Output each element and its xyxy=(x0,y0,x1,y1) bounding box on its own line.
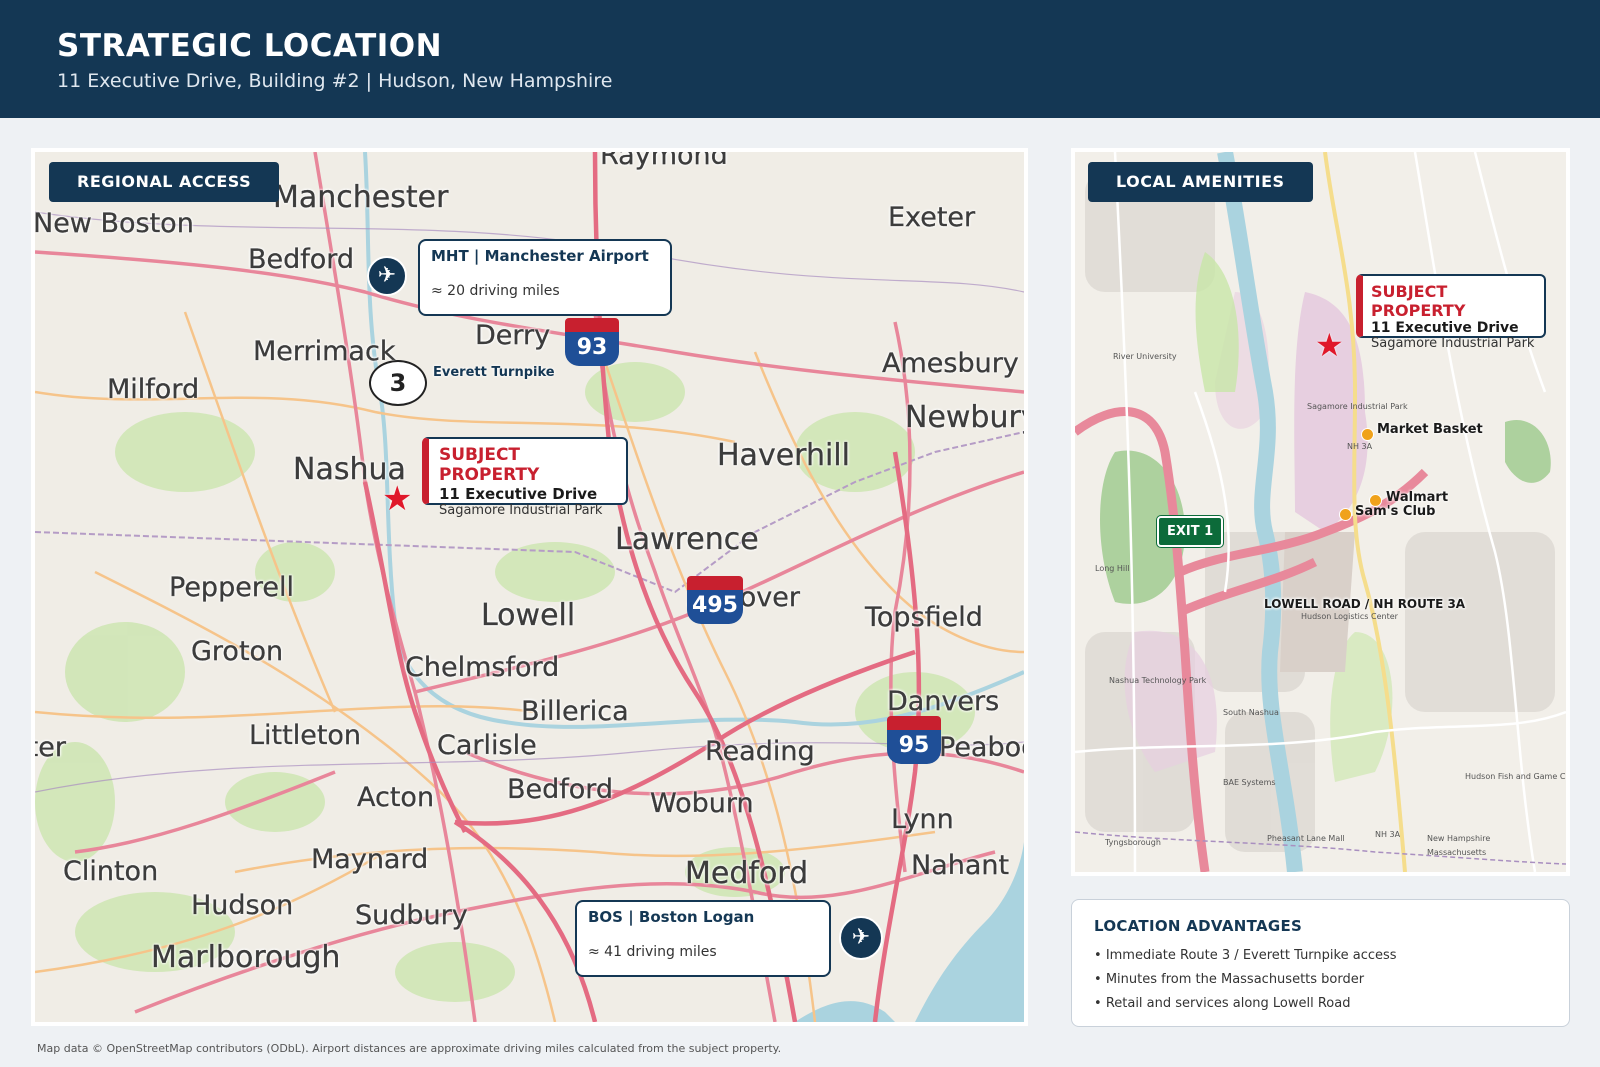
label-massachusetts: Massachusetts xyxy=(1427,848,1487,857)
city-chelmsford: Chelmsford xyxy=(405,652,560,683)
mht-airport-name: MHT | Manchester Airport xyxy=(431,247,649,265)
advantages-list: Immediate Route 3 / Everett Turnpike acc… xyxy=(1094,944,1397,1016)
city-leominster: Leominster xyxy=(31,732,66,763)
city-maynard: Maynard xyxy=(311,844,429,875)
label-tyngsborough: Tyngsborough xyxy=(1105,838,1161,847)
label-long-hill: Long Hill xyxy=(1095,564,1130,573)
city-reading: Reading xyxy=(705,736,815,767)
amenity-walmart: Walmart xyxy=(1386,490,1449,505)
city-derry: Derry xyxy=(475,320,551,351)
city-medford: Medford xyxy=(685,856,809,891)
star-icon: ★ xyxy=(1315,326,1344,364)
city-carlisle: Carlisle xyxy=(437,730,537,761)
city-clinton: Clinton xyxy=(63,856,159,887)
city-topsfield: Topsfield xyxy=(865,602,983,633)
city-danvers: Danvers xyxy=(887,686,1000,717)
city-acton: Acton xyxy=(357,782,435,813)
label-logistics-center: Hudson Logistics Center xyxy=(1301,612,1398,621)
local-subject-park: Sagamore Industrial Park xyxy=(1371,336,1535,351)
route-3-shield: 3 xyxy=(369,360,427,406)
advantage-item: Immediate Route 3 / Everett Turnpike acc… xyxy=(1094,944,1397,968)
map-footnote: Map data © OpenStreetMap contributors (O… xyxy=(37,1042,782,1055)
city-bedford-ma: Bedford xyxy=(507,774,614,805)
city-sudbury: Sudbury xyxy=(355,900,468,931)
exit-1-sign: EXIT 1 xyxy=(1157,516,1224,547)
page-header: STRATEGIC LOCATION 11 Executive Drive, B… xyxy=(0,0,1600,118)
label-nh3a-north: NH 3A xyxy=(1347,442,1373,451)
city-bedford-nh: Bedford xyxy=(248,244,355,275)
advantage-item: Retail and services along Lowell Road xyxy=(1094,992,1397,1016)
bos-airport-name: BOS | Boston Logan xyxy=(588,908,755,926)
city-newburyport: Newburyport xyxy=(905,400,1024,435)
regional-map[interactable]: Raymond Manchester New Boston Bedford Ex… xyxy=(31,148,1028,1026)
bos-distance: ≈ 41 driving miles xyxy=(588,944,717,960)
city-hudson-ma: Hudson xyxy=(191,890,294,921)
city-haverhill: Haverhill xyxy=(717,438,850,473)
local-subject-callout: SUBJECT PROPERTY 11 Executive Drive Saga… xyxy=(1356,274,1546,351)
city-woburn: Woburn xyxy=(650,788,754,819)
regional-access-tab: REGIONAL ACCESS xyxy=(49,162,280,202)
city-new-boston: New Boston xyxy=(33,208,194,239)
local-map-base xyxy=(1075,152,1566,872)
advantage-item: Minutes from the Massachusetts border xyxy=(1094,968,1397,992)
lowell-road-label: LOWELL ROAD / NH ROUTE 3A xyxy=(1264,597,1466,611)
subject-property-callout: SUBJECT PROPERTY 11 Executive Drive Saga… xyxy=(422,437,628,518)
location-advantages-panel: LOCATION ADVANTAGES Immediate Route 3 / … xyxy=(1071,899,1570,1027)
city-littleton: Littleton xyxy=(249,720,362,751)
city-manchester: Manchester xyxy=(273,180,449,215)
city-raymond: Raymond xyxy=(600,148,728,171)
label-sagamore-park: Sagamore Industrial Park xyxy=(1307,402,1408,411)
local-map[interactable]: River University Sagamore Industrial Par… xyxy=(1071,148,1570,876)
airplane-icon: ✈ xyxy=(367,256,407,296)
airplane-icon: ✈ xyxy=(839,916,883,960)
label-fish-game-club: Hudson Fish and Game Club xyxy=(1465,772,1570,781)
local-subject-address: 11 Executive Drive xyxy=(1371,320,1519,336)
city-nahant: Nahant xyxy=(911,850,1010,881)
page-subtitle: 11 Executive Drive, Building #2 | Hudson… xyxy=(57,70,613,92)
subject-park: Sagamore Industrial Park xyxy=(439,503,603,518)
local-amenities-tab: LOCAL AMENITIES xyxy=(1088,162,1313,202)
label-nh3a-south: NH 3A xyxy=(1375,830,1401,839)
city-pepperell: Pepperell xyxy=(169,572,294,603)
city-groton: Groton xyxy=(191,636,284,667)
label-pheasant-lane-mall: Pheasant Lane Mall xyxy=(1267,834,1345,843)
page-title: STRATEGIC LOCATION xyxy=(57,28,443,64)
amenity-sams-club: Sam's Club xyxy=(1355,504,1436,519)
label-new-hampshire: New Hampshire xyxy=(1427,834,1491,843)
subject-label: SUBJECT PROPERTY xyxy=(439,445,540,485)
interstate-93-shield: 93 xyxy=(565,318,619,366)
mht-airport-callout: MHT | Manchester Airport ≈ 20 driving mi… xyxy=(418,239,672,316)
interstate-495-shield: 495 xyxy=(687,576,743,624)
city-lawrence: Lawrence xyxy=(615,522,759,557)
city-merrimack: Merrimack xyxy=(253,336,396,367)
city-milford: Milford xyxy=(107,374,200,405)
interstate-95-shield: 95 xyxy=(887,716,941,764)
advantages-title: LOCATION ADVANTAGES xyxy=(1094,917,1303,935)
bos-airport-callout: BOS | Boston Logan ≈ 41 driving miles xyxy=(575,900,831,977)
subject-address: 11 Executive Drive xyxy=(439,485,598,503)
amenity-market-basket: Market Basket xyxy=(1377,422,1483,437)
mht-distance: ≈ 20 driving miles xyxy=(431,283,560,299)
label-south-nashua: South Nashua xyxy=(1223,708,1279,717)
amenity-dot-icon xyxy=(1339,508,1352,521)
city-peabody: Peabody xyxy=(939,732,1024,763)
label-nashua-tech-park: Nashua Technology Park xyxy=(1109,676,1207,685)
city-marlborough: Marlborough xyxy=(151,940,341,975)
local-subject-label: SUBJECT PROPERTY xyxy=(1371,282,1466,320)
star-icon: ★ xyxy=(382,479,413,519)
label-river-university: River University xyxy=(1113,352,1177,361)
label-bae-systems: BAE Systems xyxy=(1223,778,1276,787)
amenity-dot-icon xyxy=(1361,428,1374,441)
city-lynn: Lynn xyxy=(891,804,954,835)
city-lowell: Lowell xyxy=(481,598,576,633)
city-billerica: Billerica xyxy=(521,696,629,727)
everett-turnpike-label: Everett Turnpike xyxy=(433,365,555,380)
city-amesbury: Amesbury xyxy=(882,348,1019,379)
city-exeter: Exeter xyxy=(888,202,976,233)
